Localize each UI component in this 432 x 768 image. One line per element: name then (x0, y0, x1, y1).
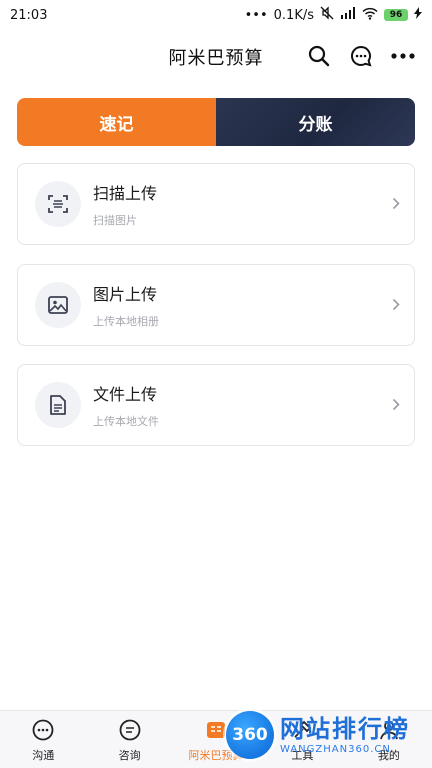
tab-split-bill[interactable]: 分账 (216, 98, 415, 146)
chevron-right-icon (392, 194, 400, 215)
chevron-right-icon (392, 395, 400, 416)
hd-signal-icon (340, 6, 356, 24)
battery-indicator: 96 (384, 9, 408, 21)
card-title: 文件上传 (93, 385, 158, 404)
card-text: 扫描上传 扫描图片 (93, 180, 392, 228)
card-title: 图片上传 (93, 285, 158, 304)
scan-icon (35, 181, 81, 227)
app-screen: 21:03 ••• 0.1K/s 96 阿米巴预算 速记 分账 扫描上传 扫描图… (0, 0, 432, 768)
status-bar: 21:03 ••• 0.1K/s 96 (0, 0, 432, 30)
site-watermark: 360 网站排行榜 WANGZHAN360.CN (226, 706, 432, 764)
mode-tabs: 速记 分账 (17, 98, 415, 146)
scan-upload-card[interactable]: 扫描上传 扫描图片 (17, 163, 415, 245)
file-icon (35, 382, 81, 428)
nav-item-consult[interactable]: 咨询 (86, 711, 172, 768)
status-time: 21:03 (10, 7, 48, 23)
status-indicators: ••• 0.1K/s 96 (245, 6, 422, 24)
more-icon[interactable] (390, 43, 416, 69)
header-actions (306, 43, 416, 69)
card-subtitle: 上传本地相册 (93, 315, 159, 328)
search-icon[interactable] (306, 43, 332, 69)
card-title: 扫描上传 (93, 184, 158, 203)
watermark-cn: 网站排行榜 (280, 714, 410, 743)
watermark-en: WANGZHAN360.CN (280, 743, 391, 755)
charging-icon (414, 7, 422, 23)
nav-label: 咨询 (118, 748, 141, 762)
chat-icon (31, 718, 55, 745)
network-speed: 0.1K/s (273, 7, 314, 23)
nav-label: 沟通 (32, 748, 55, 762)
mute-icon (320, 6, 334, 24)
page-title: 阿米巴预算 (168, 48, 264, 69)
card-subtitle: 上传本地文件 (93, 415, 159, 428)
card-text: 文件上传 上传本地文件 (93, 381, 392, 429)
image-icon (35, 282, 81, 328)
budget-icon (204, 718, 228, 745)
image-upload-card[interactable]: 图片上传 上传本地相册 (17, 264, 415, 346)
file-upload-card[interactable]: 文件上传 上传本地文件 (17, 364, 415, 446)
card-subtitle: 扫描图片 (93, 214, 137, 227)
watermark-badge: 360 (226, 711, 274, 759)
nav-item-chat[interactable]: 沟通 (0, 711, 86, 768)
wifi-icon (362, 7, 378, 24)
card-text: 图片上传 上传本地相册 (93, 281, 392, 329)
tab-quick-note[interactable]: 速记 (17, 98, 216, 146)
consult-icon (118, 718, 142, 745)
chevron-right-icon (392, 295, 400, 316)
signal-dots-icon: ••• (244, 7, 268, 23)
watermark-text: 网站排行榜 WANGZHAN360.CN (280, 716, 410, 755)
app-header: 阿米巴预算 (0, 30, 432, 84)
message-icon[interactable] (348, 43, 374, 69)
